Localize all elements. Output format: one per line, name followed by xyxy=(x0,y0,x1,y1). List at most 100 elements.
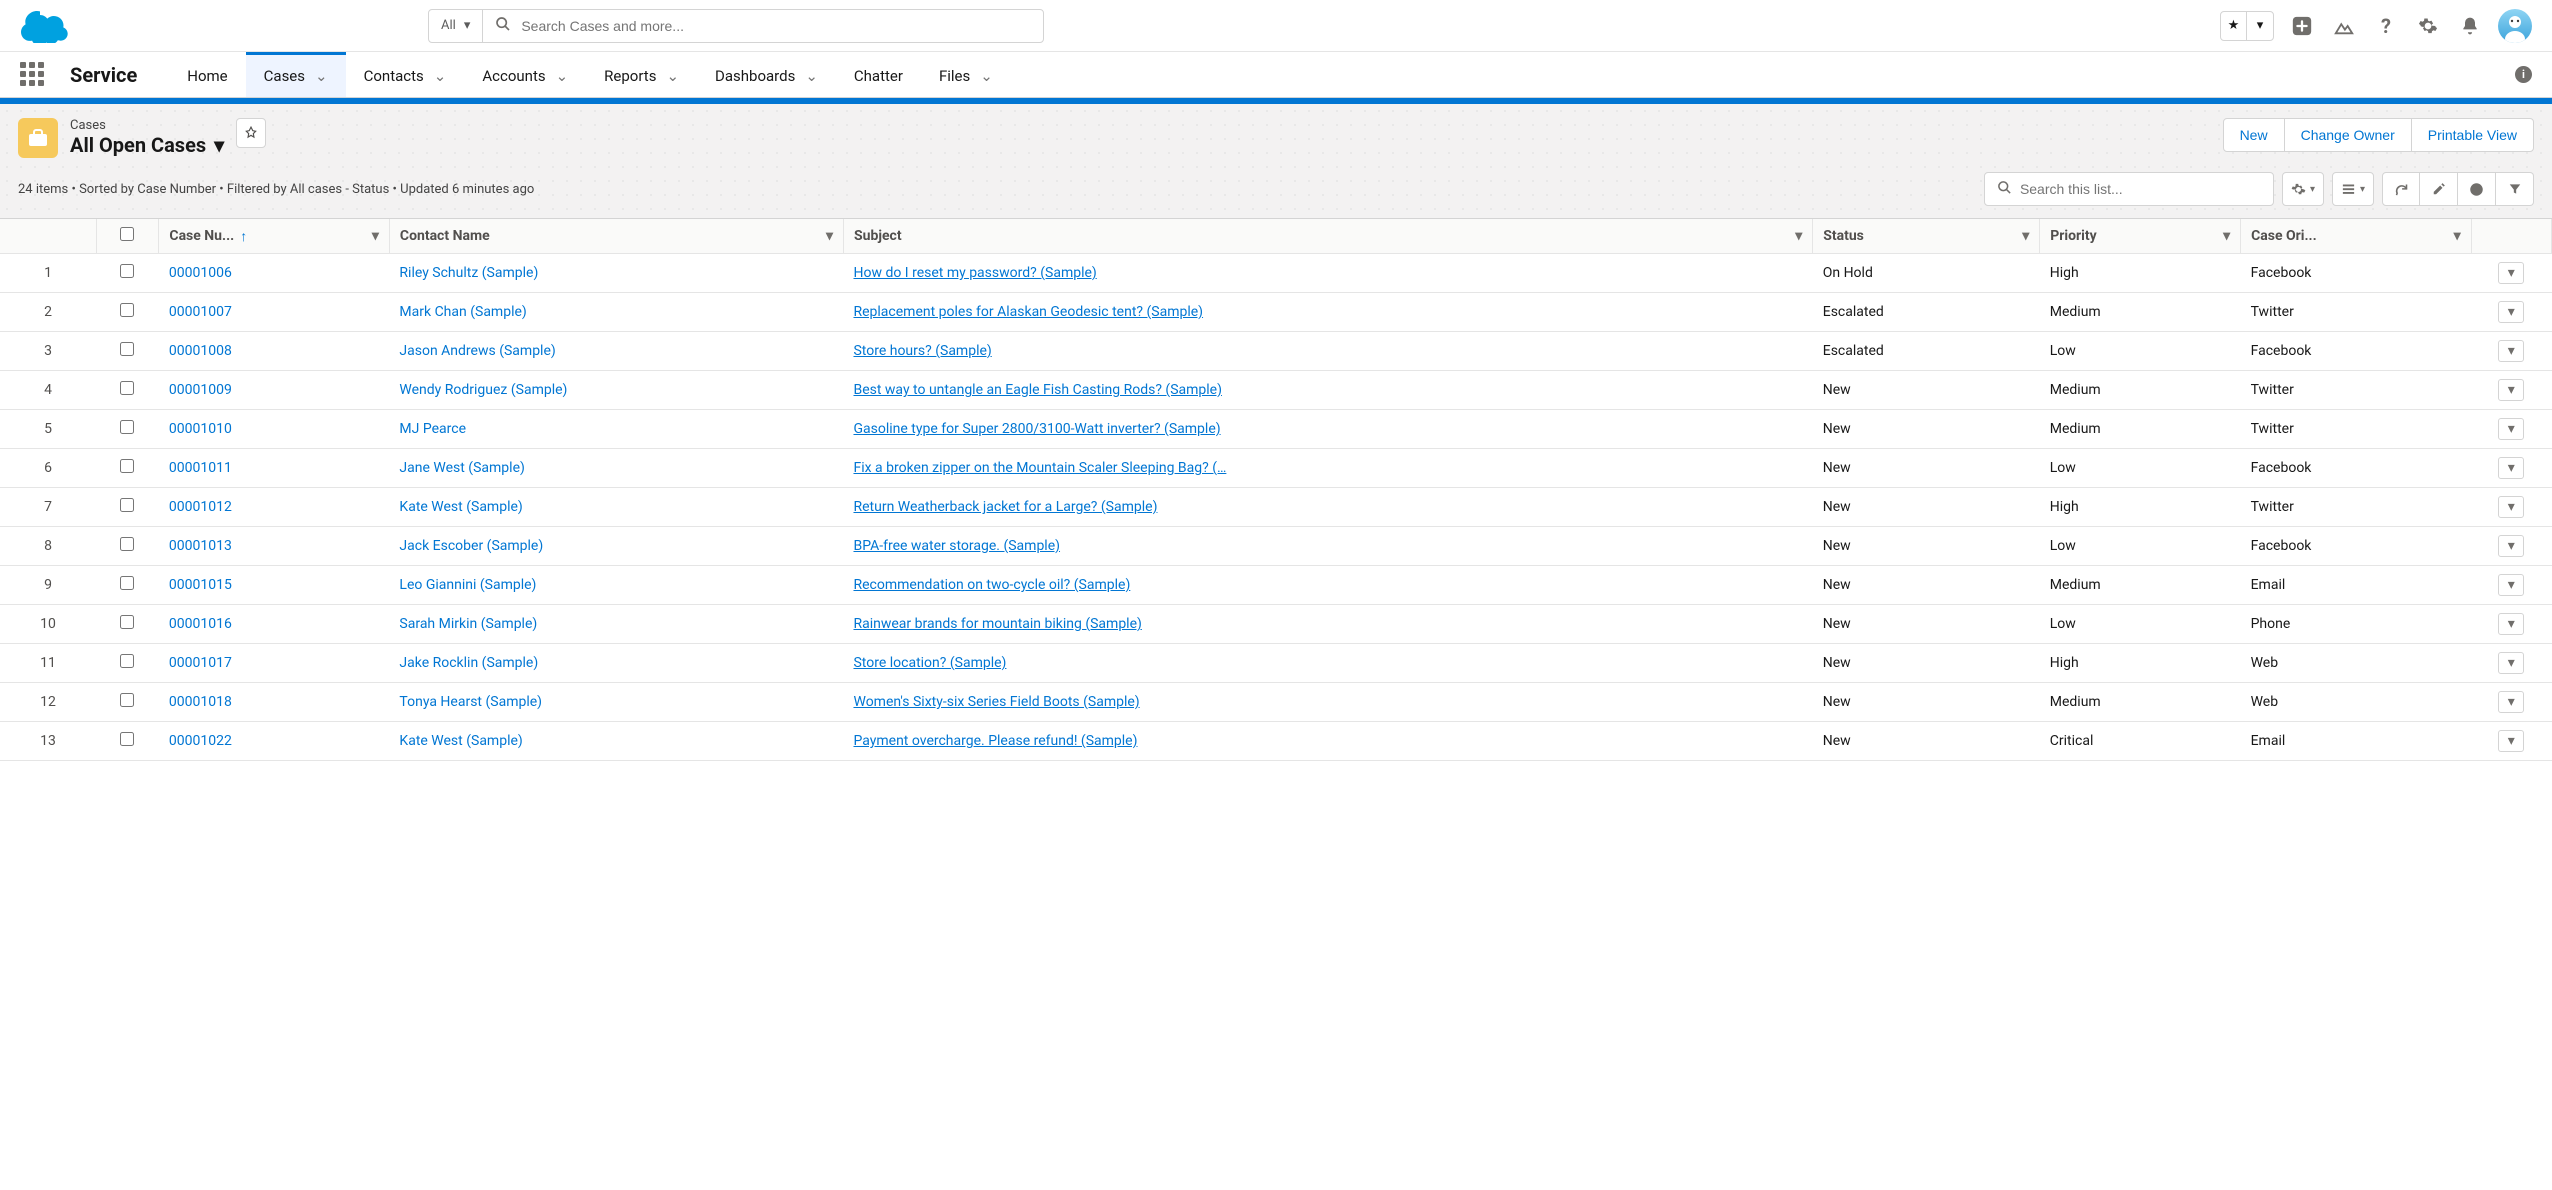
col-case-number[interactable]: Case Nu...↑▾ xyxy=(159,219,390,254)
nav-tab-cases[interactable]: Cases⌄ xyxy=(246,52,346,97)
chevron-down-icon[interactable]: ▾ xyxy=(372,228,379,244)
subject-link[interactable]: Store location? (Sample) xyxy=(853,655,1006,671)
chevron-down-icon[interactable]: ▾ xyxy=(2454,228,2461,244)
case-number-link[interactable]: 00001011 xyxy=(169,460,232,476)
col-status[interactable]: Status▾ xyxy=(1813,219,2040,254)
printable-view-button[interactable]: Printable View xyxy=(2411,118,2534,152)
row-actions-button[interactable]: ▾ xyxy=(2498,379,2524,401)
row-actions-button[interactable]: ▾ xyxy=(2498,730,2524,752)
chevron-down-icon[interactable]: ▾ xyxy=(2022,228,2029,244)
row-actions-button[interactable]: ▾ xyxy=(2498,535,2524,557)
case-number-link[interactable]: 00001009 xyxy=(169,382,232,398)
subject-link[interactable]: Return Weatherback jacket for a Large? (… xyxy=(853,499,1157,515)
row-actions-button[interactable]: ▾ xyxy=(2498,613,2524,635)
setup-gear-icon[interactable] xyxy=(2414,12,2442,40)
notifications-bell-icon[interactable] xyxy=(2456,12,2484,40)
case-number-link[interactable]: 00001008 xyxy=(169,343,232,359)
subject-link[interactable]: Store hours? (Sample) xyxy=(853,343,991,359)
col-priority[interactable]: Priority▾ xyxy=(2040,219,2241,254)
chevron-down-icon[interactable]: ▾ xyxy=(2223,228,2230,244)
filter-button[interactable] xyxy=(2496,172,2534,206)
contact-link[interactable]: Mark Chan (Sample) xyxy=(399,304,526,320)
chevron-down-icon[interactable]: ⌄ xyxy=(666,67,679,85)
row-checkbox[interactable] xyxy=(120,537,134,551)
contact-link[interactable]: Riley Schultz (Sample) xyxy=(399,265,538,281)
row-checkbox[interactable] xyxy=(120,459,134,473)
subject-link[interactable]: Rainwear brands for mountain biking (Sam… xyxy=(853,616,1141,632)
subject-link[interactable]: Gasoline type for Super 2800/3100-Watt i… xyxy=(853,421,1220,437)
list-view-picker[interactable]: All Open Cases ▾ xyxy=(70,133,224,157)
contact-link[interactable]: Jake Rocklin (Sample) xyxy=(399,655,538,671)
chart-button[interactable] xyxy=(2458,172,2496,206)
row-actions-button[interactable]: ▾ xyxy=(2498,340,2524,362)
contact-link[interactable]: Kate West (Sample) xyxy=(399,499,522,515)
subject-link[interactable]: BPA-free water storage. (Sample) xyxy=(853,538,1060,554)
row-checkbox[interactable] xyxy=(120,342,134,356)
pin-list-button[interactable] xyxy=(236,118,266,148)
chevron-down-icon[interactable]: ⌄ xyxy=(434,67,447,85)
case-number-link[interactable]: 00001022 xyxy=(169,733,232,749)
row-checkbox[interactable] xyxy=(120,303,134,317)
case-number-link[interactable]: 00001012 xyxy=(169,499,232,515)
row-actions-button[interactable]: ▾ xyxy=(2498,262,2524,284)
chevron-down-icon[interactable]: ⌄ xyxy=(980,67,993,85)
chevron-down-icon[interactable]: ▾ xyxy=(826,228,833,244)
col-case-origin[interactable]: Case Ori...▾ xyxy=(2241,219,2472,254)
row-actions-button[interactable]: ▾ xyxy=(2498,652,2524,674)
subject-link[interactable]: Best way to untangle an Eagle Fish Casti… xyxy=(853,382,1221,398)
row-checkbox[interactable] xyxy=(120,420,134,434)
help-icon[interactable]: ? xyxy=(2372,12,2400,40)
nav-tab-files[interactable]: Files⌄ xyxy=(921,52,1011,97)
row-checkbox[interactable] xyxy=(120,264,134,278)
nav-tab-reports[interactable]: Reports⌄ xyxy=(586,52,697,97)
row-actions-button[interactable]: ▾ xyxy=(2498,574,2524,596)
nav-tab-chatter[interactable]: Chatter xyxy=(836,52,921,97)
list-view-controls-button[interactable]: ▾ xyxy=(2282,172,2324,206)
chevron-down-icon[interactable]: ▾ xyxy=(2247,12,2273,40)
search-scope-dropdown[interactable]: All ▾ xyxy=(429,10,483,42)
star-icon[interactable]: ★ xyxy=(2221,12,2247,40)
case-number-link[interactable]: 00001006 xyxy=(169,265,232,281)
display-as-button[interactable]: ▾ xyxy=(2332,172,2374,206)
chevron-down-icon[interactable]: ⌄ xyxy=(315,67,328,85)
subject-link[interactable]: Payment overcharge. Please refund! (Samp… xyxy=(853,733,1137,749)
contact-link[interactable]: Leo Giannini (Sample) xyxy=(399,577,536,593)
contact-link[interactable]: MJ Pearce xyxy=(399,421,466,437)
nav-tab-accounts[interactable]: Accounts⌄ xyxy=(464,52,586,97)
case-number-link[interactable]: 00001010 xyxy=(169,421,232,437)
favorites-split-button[interactable]: ★ ▾ xyxy=(2220,11,2274,41)
contact-link[interactable]: Jack Escober (Sample) xyxy=(399,538,543,554)
contact-link[interactable]: Jason Andrews (Sample) xyxy=(399,343,555,359)
chevron-down-icon[interactable]: ⌄ xyxy=(556,67,569,85)
chevron-down-icon[interactable]: ▾ xyxy=(1795,228,1802,244)
row-checkbox[interactable] xyxy=(120,576,134,590)
row-checkbox[interactable] xyxy=(120,498,134,512)
chevron-down-icon[interactable]: ⌄ xyxy=(805,67,818,85)
row-checkbox[interactable] xyxy=(120,615,134,629)
row-actions-button[interactable]: ▾ xyxy=(2498,691,2524,713)
app-launcher-icon[interactable] xyxy=(20,62,46,88)
row-actions-button[interactable]: ▾ xyxy=(2498,457,2524,479)
case-number-link[interactable]: 00001016 xyxy=(169,616,232,632)
nav-tab-home[interactable]: Home xyxy=(169,52,245,97)
subject-link[interactable]: How do I reset my password? (Sample) xyxy=(853,265,1096,281)
row-checkbox[interactable] xyxy=(120,693,134,707)
col-contact-name[interactable]: Contact Name▾ xyxy=(389,219,843,254)
row-checkbox[interactable] xyxy=(120,732,134,746)
add-icon[interactable] xyxy=(2288,12,2316,40)
row-actions-button[interactable]: ▾ xyxy=(2498,301,2524,323)
contact-link[interactable]: Sarah Mirkin (Sample) xyxy=(399,616,537,632)
select-all-checkbox[interactable] xyxy=(120,227,134,241)
row-actions-button[interactable]: ▾ xyxy=(2498,496,2524,518)
user-avatar[interactable] xyxy=(2498,9,2532,43)
col-subject[interactable]: Subject▾ xyxy=(843,219,1812,254)
contact-link[interactable]: Wendy Rodriguez (Sample) xyxy=(399,382,567,398)
case-number-link[interactable]: 00001015 xyxy=(169,577,232,593)
refresh-button[interactable] xyxy=(2382,172,2420,206)
row-checkbox[interactable] xyxy=(120,381,134,395)
contact-link[interactable]: Jane West (Sample) xyxy=(399,460,524,476)
case-number-link[interactable]: 00001018 xyxy=(169,694,232,710)
contact-link[interactable]: Kate West (Sample) xyxy=(399,733,522,749)
subject-link[interactable]: Fix a broken zipper on the Mountain Scal… xyxy=(853,460,1226,476)
subject-link[interactable]: Replacement poles for Alaskan Geodesic t… xyxy=(853,304,1203,320)
